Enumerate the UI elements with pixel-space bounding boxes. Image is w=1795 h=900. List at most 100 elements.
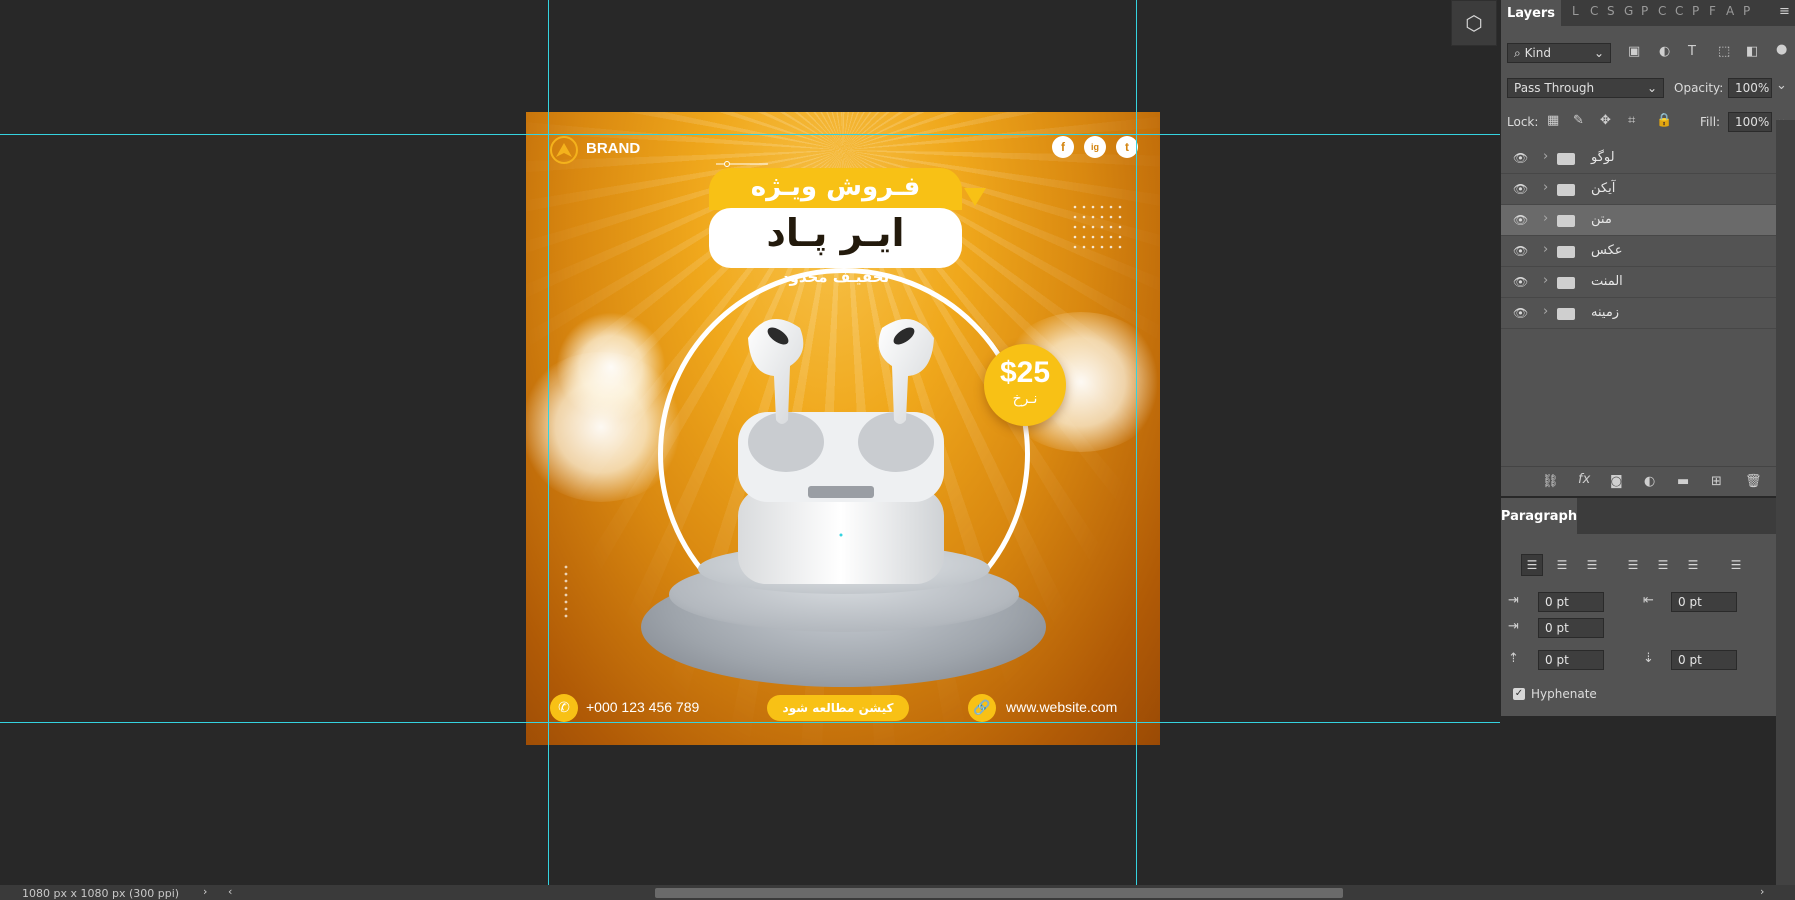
tab-collapsed-5[interactable]: P	[1641, 4, 1648, 18]
chevron-right-icon[interactable]: ›	[203, 885, 207, 898]
adjustment-filter-icon[interactable]: ◐	[1659, 44, 1670, 59]
image-filter-icon[interactable]: ▣	[1628, 44, 1640, 59]
layer-row[interactable]: 👁 › عکس	[1501, 236, 1777, 267]
cta-button: کیشن مطالعه شود	[767, 695, 909, 721]
document-info[interactable]: 1080 px x 1080 px (300 ppi)	[22, 887, 179, 900]
visibility-eye-icon[interactable]: 👁	[1513, 182, 1528, 196]
artboard[interactable]: BRAND f ig t فـروش ویـژه ایـر پـاد تخفیـ…	[526, 112, 1160, 745]
align-right-icon[interactable]: ☰	[1581, 554, 1603, 576]
expand-chevron-icon[interactable]: ›	[1543, 149, 1548, 164]
tab-paragraph[interactable]: Paragraph	[1501, 498, 1577, 534]
tab-collapsed-2[interactable]: C	[1590, 4, 1598, 18]
folder-icon	[1557, 308, 1575, 320]
visibility-eye-icon[interactable]: 👁	[1513, 244, 1528, 258]
layer-mask-icon[interactable]: ◙	[1610, 474, 1623, 489]
title-airpod: ایـر پـاد	[766, 211, 905, 255]
lock-artboard-icon[interactable]: ⌗	[1628, 113, 1635, 128]
trash-icon[interactable]: 🗑	[1745, 474, 1762, 489]
justify-left-icon[interactable]: ☰	[1622, 554, 1644, 576]
type-filter-icon[interactable]: T	[1688, 44, 1696, 59]
search-icon: ⌕	[1514, 46, 1521, 60]
layer-row[interactable]: 👁 › لوگو	[1501, 143, 1777, 174]
tab-collapsed-8[interactable]: P	[1692, 4, 1699, 18]
link-layers-icon[interactable]: ⛓	[1542, 474, 1559, 489]
space-after-input[interactable]: 0 pt	[1671, 650, 1737, 670]
visibility-eye-icon[interactable]: 👁	[1513, 213, 1528, 227]
tab-collapsed-7[interactable]: C	[1675, 4, 1683, 18]
phone-icon: ✆	[550, 694, 578, 722]
tab-collapsed-9[interactable]: F	[1709, 4, 1716, 18]
brand-logo-icon	[550, 136, 578, 164]
smart-object-filter-icon[interactable]: ◧	[1746, 44, 1758, 59]
indent-first-line-icon: ⇥	[1508, 619, 1519, 634]
fill-input[interactable]: 100%	[1728, 112, 1772, 132]
indent-first-line-input[interactable]: 0 pt	[1538, 618, 1604, 638]
brand-name: BRAND	[586, 140, 641, 157]
new-group-icon[interactable]: ▬	[1677, 474, 1689, 489]
scroll-right-icon[interactable]: ›	[1760, 885, 1764, 898]
dot-column-decoration	[564, 565, 568, 618]
layer-name: المنت	[1591, 274, 1623, 289]
layer-filter-select[interactable]: ⌕ Kind ⌄	[1507, 43, 1611, 63]
tab-collapsed-3[interactable]: S	[1607, 4, 1615, 18]
panel-menu-icon[interactable]: ≡	[1779, 4, 1790, 19]
hyphenate-checkbox[interactable]: ✓	[1513, 688, 1525, 700]
expand-chevron-icon[interactable]: ›	[1543, 304, 1548, 319]
visibility-eye-icon[interactable]: 👁	[1513, 306, 1528, 320]
filter-kind-label: Kind	[1524, 46, 1551, 60]
blend-mode-value: Pass Through	[1514, 81, 1595, 95]
visibility-eye-icon[interactable]: 👁	[1513, 275, 1528, 289]
blend-mode-select[interactable]: Pass Through ⌄	[1507, 78, 1664, 98]
tab-collapsed-11[interactable]: P	[1743, 4, 1750, 18]
scroll-left-icon[interactable]: ‹	[228, 885, 232, 898]
opacity-input[interactable]: 100%	[1728, 78, 1772, 98]
folder-icon	[1557, 153, 1575, 165]
layer-row-active[interactable]: 👁 › متن	[1501, 205, 1777, 236]
adjustment-layer-icon[interactable]: ◐	[1644, 474, 1655, 489]
layer-row[interactable]: 👁 › المنت	[1501, 267, 1777, 298]
indent-left-input[interactable]: 0 pt	[1538, 592, 1604, 612]
tab-collapsed-1[interactable]: L	[1572, 4, 1579, 18]
fill-label: Fill:	[1700, 115, 1721, 129]
justify-right-icon[interactable]: ☰	[1682, 554, 1704, 576]
tab-layers[interactable]: Layers	[1501, 0, 1561, 26]
guide-horizontal-bottom[interactable]	[0, 722, 1500, 723]
expand-chevron-icon[interactable]: ›	[1543, 273, 1548, 288]
expand-chevron-icon[interactable]: ›	[1543, 180, 1548, 195]
3d-cube-icon[interactable]: ⬡	[1451, 0, 1497, 46]
panel-scrollbar[interactable]	[1776, 120, 1795, 885]
lock-transparent-icon[interactable]: ▦	[1547, 113, 1559, 128]
hyphenate-label: Hyphenate	[1531, 687, 1597, 701]
layer-row[interactable]: 👁 › زمینه	[1501, 298, 1777, 329]
tab-collapsed-4[interactable]: G	[1624, 4, 1633, 18]
airpods-product-image	[738, 319, 944, 584]
tab-collapsed-6[interactable]: C	[1658, 4, 1666, 18]
lock-move-icon[interactable]: ✥	[1600, 113, 1611, 128]
align-left-icon[interactable]: ☰	[1521, 554, 1543, 576]
filter-toggle-icon[interactable]: ●	[1776, 42, 1787, 57]
guide-vertical-right[interactable]	[1136, 0, 1137, 885]
justify-all-icon[interactable]: ☰	[1725, 554, 1747, 576]
lock-all-icon[interactable]: 🔒	[1656, 113, 1672, 128]
indent-right-input[interactable]: 0 pt	[1671, 592, 1737, 612]
fx-icon[interactable]: fx	[1578, 472, 1590, 487]
folder-icon	[1557, 277, 1575, 289]
shape-filter-icon[interactable]: ⬚	[1718, 44, 1730, 59]
horizontal-scrollbar-thumb[interactable]	[655, 888, 1343, 898]
new-layer-icon[interactable]: ⊞	[1711, 474, 1722, 489]
guide-vertical-left[interactable]	[548, 0, 549, 885]
tab-collapsed-10[interactable]: A	[1726, 4, 1734, 18]
space-before-input[interactable]: 0 pt	[1538, 650, 1604, 670]
lock-paint-icon[interactable]: ✎	[1573, 113, 1584, 128]
layer-name: عکس	[1591, 243, 1623, 258]
justify-center-icon[interactable]: ☰	[1652, 554, 1674, 576]
chevron-down-icon[interactable]: ⌄	[1776, 78, 1787, 93]
expand-chevron-icon[interactable]: ›	[1543, 211, 1548, 226]
layer-row[interactable]: 👁 › آیکن	[1501, 174, 1777, 205]
expand-chevron-icon[interactable]: ›	[1543, 242, 1548, 257]
price-label: نـرخ	[1012, 391, 1038, 407]
link-icon: 🔗	[968, 694, 996, 722]
align-center-icon[interactable]: ☰	[1551, 554, 1573, 576]
guide-horizontal-top[interactable]	[0, 134, 1500, 135]
visibility-eye-icon[interactable]: 👁	[1513, 151, 1528, 165]
